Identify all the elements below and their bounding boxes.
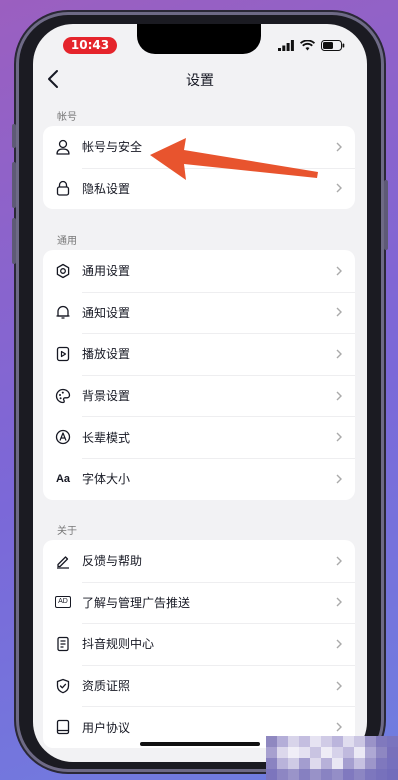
chevron-right-icon [336, 432, 342, 442]
power-button [384, 180, 388, 250]
settings-item-label: 长辈模式 [82, 430, 131, 445]
card-general: 通用设置 通知设置 播放设置 背景设置 长辈模式 Aa 字体大小 [43, 250, 355, 500]
settings-item-account-security[interactable]: 帐号与安全 [43, 126, 355, 168]
wifi-icon [300, 39, 315, 50]
page-title: 设置 [186, 73, 214, 89]
font-size-icon: Aa [53, 471, 73, 487]
settings-item-label: 隐私设置 [82, 181, 131, 196]
volume-down-button [12, 218, 16, 264]
rules-icon [55, 636, 71, 652]
book-icon [55, 719, 71, 735]
settings-item-label: 抖音规则中心 [82, 637, 155, 652]
font-size-icon-text: Aa [55, 472, 71, 485]
gear-icon [55, 263, 71, 279]
chevron-right-icon [336, 266, 342, 276]
settings-item-general[interactable]: 通用设置 [43, 250, 355, 292]
elder-mode-icon [55, 429, 71, 445]
settings-item-elder-mode[interactable]: 长辈模式 [43, 416, 355, 458]
settings-item-label: 播放设置 [82, 347, 131, 362]
chevron-right-icon [336, 307, 342, 317]
notch [137, 24, 261, 54]
status-time: 10:43 [63, 37, 117, 54]
settings-item-label: 用户协议 [82, 720, 131, 735]
settings-item-label: 帐号与安全 [82, 140, 143, 155]
pencil-icon [55, 553, 71, 569]
nav-bar: 设置 [33, 68, 367, 104]
chevron-right-icon [336, 681, 342, 691]
settings-item-label: 了解与管理广告推送 [82, 595, 191, 610]
chevron-right-icon [336, 639, 342, 649]
chevron-right-icon [336, 597, 342, 607]
battery-icon [321, 39, 345, 51]
signal-icon [278, 39, 294, 51]
play-icon [55, 346, 71, 362]
settings-item-font-size[interactable]: Aa 字体大小 [43, 457, 355, 500]
settings-item-label: 通知设置 [82, 305, 131, 320]
volume-up-button [12, 162, 16, 208]
lock-icon [55, 180, 71, 197]
ad-icon-text: AD [55, 596, 71, 609]
chevron-right-icon [336, 474, 342, 484]
screen: 10:43 设置 帐号 帐号与安全 隐私设置 通用 通用设置 通知设置 播放设置… [33, 24, 367, 762]
ad-icon: AD [54, 594, 72, 610]
settings-item-rules-center[interactable]: 抖音规则中心 [43, 623, 355, 665]
section-header-about: 关于 [57, 526, 77, 537]
settings-item-playback[interactable]: 播放设置 [43, 333, 355, 375]
chevron-right-icon [336, 183, 342, 193]
card-account: 帐号与安全 隐私设置 [43, 126, 355, 210]
home-indicator [140, 742, 260, 746]
section-header-account: 帐号 [57, 112, 77, 123]
settings-item-privacy[interactable]: 隐私设置 [43, 167, 355, 210]
chevron-right-icon [336, 556, 342, 566]
settings-item-label: 背景设置 [82, 389, 131, 404]
settings-item-label: 通用设置 [82, 264, 131, 279]
section-header-general: 通用 [57, 236, 77, 247]
chevron-right-icon [336, 142, 342, 152]
settings-item-label: 反馈与帮助 [82, 554, 143, 569]
settings-item-notification[interactable]: 通知设置 [43, 291, 355, 334]
chevron-right-icon [336, 722, 342, 732]
chevron-right-icon [336, 391, 342, 401]
palette-icon [55, 388, 71, 404]
person-icon [55, 139, 71, 155]
card-about: 反馈与帮助 AD 了解与管理广告推送 抖音规则中心 资质证照 用户协议 [43, 540, 355, 748]
mute-switch [12, 124, 16, 148]
pixelated-watermark [266, 736, 398, 780]
settings-item-background[interactable]: 背景设置 [43, 374, 355, 417]
bell-icon [55, 304, 71, 320]
settings-item-ad-management[interactable]: AD 了解与管理广告推送 [43, 581, 355, 624]
settings-item-feedback[interactable]: 反馈与帮助 [43, 540, 355, 582]
shield-check-icon [55, 678, 71, 694]
settings-item-label: 字体大小 [82, 472, 131, 487]
status-icons [278, 38, 345, 52]
settings-item-qualifications[interactable]: 资质证照 [43, 664, 355, 707]
settings-item-label: 资质证照 [82, 679, 131, 694]
chevron-right-icon [336, 349, 342, 359]
